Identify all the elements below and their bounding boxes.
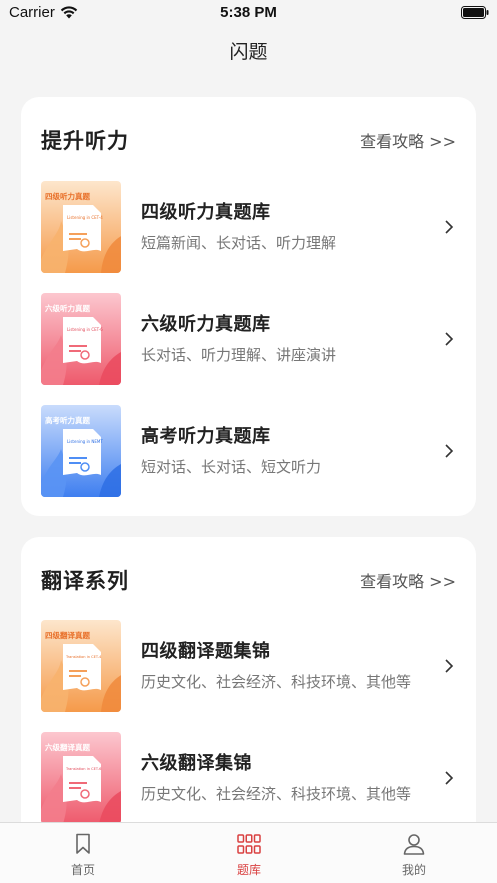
view-guide-link[interactable]: 查看攻略 >> xyxy=(360,128,456,152)
cover-thumbnail: 四级翻译真题 Translation in CET-4 xyxy=(41,620,121,712)
section-header: 翻译系列 查看攻略 >> xyxy=(41,565,456,593)
chevron-right-icon xyxy=(445,771,454,785)
thumb-text: Listening in CET-6 xyxy=(67,327,103,332)
thumb-label: 四级翻译真题 xyxy=(45,630,90,640)
section-title: 提升听力 xyxy=(41,129,129,153)
item-title: 四级听力真题库 xyxy=(141,202,271,223)
chevron-right-icon xyxy=(445,332,454,346)
list-item[interactable]: 高考听力真题 Listening in NEMT 高考听力真题库 短对话、长对话… xyxy=(41,405,456,497)
item-title: 六级听力真题库 xyxy=(141,314,271,335)
view-guide-link[interactable]: 查看攻略 >> xyxy=(360,568,456,592)
item-subtitle: 历史文化、社会经济、科技环境、其他等 xyxy=(141,785,412,803)
thumb-label: 六级听力真题 xyxy=(45,303,90,313)
list-item[interactable]: 六级听力真题 Listening in CET-6 六级听力真题库 长对话、听力… xyxy=(41,293,456,385)
thumb-label: 六级翻译真题 xyxy=(45,742,90,752)
item-subtitle: 短篇新闻、长对话、听力理解 xyxy=(141,234,337,252)
section-card-translation: 翻译系列 查看攻略 >> 四级翻译真题 Translation in CET-4… xyxy=(21,537,476,857)
tab-label: 我的 xyxy=(401,863,426,877)
tab-question-bank[interactable]: 题库 xyxy=(166,823,332,883)
cover-thumbnail: 六级翻译真题 Translation in CET-6 xyxy=(41,732,121,824)
item-subtitle: 长对话、听力理解、讲座演讲 xyxy=(141,346,337,364)
item-subtitle: 历史文化、社会经济、科技环境、其他等 xyxy=(141,673,412,691)
tab-home[interactable]: 首页 xyxy=(0,823,166,883)
tab-label: 题库 xyxy=(236,863,261,877)
section-header: 提升听力 查看攻略 >> xyxy=(41,125,456,153)
bookmark-icon xyxy=(76,833,90,854)
chevron-right-icon xyxy=(445,220,454,234)
section-card-listening: 提升听力 查看攻略 >> 四级听力真题 Listening in CET-4 四… xyxy=(21,97,476,516)
item-title: 六级翻译集锦 xyxy=(141,753,252,774)
list-item[interactable]: 四级听力真题 Listening in CET-4 四级听力真题库 短篇新闻、长… xyxy=(41,181,456,273)
item-title: 四级翻译题集锦 xyxy=(141,641,271,662)
tab-profile[interactable]: 我的 xyxy=(331,823,497,883)
section-title: 翻译系列 xyxy=(41,569,129,593)
thumb-label: 四级听力真题 xyxy=(45,191,90,201)
list-item[interactable]: 六级翻译真题 Translation in CET-6 六级翻译集锦 历史文化、… xyxy=(41,732,456,824)
thumb-text: Translation in CET-6 xyxy=(65,767,102,771)
person-icon xyxy=(403,834,425,855)
cover-thumbnail: 六级听力真题 Listening in CET-6 xyxy=(41,293,121,385)
tab-label: 首页 xyxy=(70,863,95,877)
tab-bar: 首页 题库 我的 xyxy=(0,822,497,883)
grid-icon xyxy=(237,834,261,854)
list-item[interactable]: 四级翻译真题 Translation in CET-4 四级翻译题集锦 历史文化… xyxy=(41,620,456,712)
status-bar: Carrier 5:38 PM xyxy=(0,0,497,26)
thumb-text: Listening in NEMT xyxy=(67,439,103,444)
thumb-text: Translation in CET-4 xyxy=(65,655,102,659)
cover-thumbnail: 高考听力真题 Listening in NEMT xyxy=(41,405,121,497)
clock: 5:38 PM xyxy=(220,4,277,21)
cover-thumbnail: 四级听力真题 Listening in CET-4 xyxy=(41,181,121,273)
item-subtitle: 短对话、长对话、短文听力 xyxy=(141,458,322,476)
thumb-label: 高考听力真题 xyxy=(45,415,90,425)
thumb-text: Listening in CET-4 xyxy=(67,215,103,220)
page-title: 闪题 xyxy=(229,41,268,63)
app-screen: Carrier 5:38 PM 闪题 提升听力 查看攻略 >> 四级听力真题 L… xyxy=(0,0,497,883)
item-title: 高考听力真题库 xyxy=(141,426,271,447)
chevron-right-icon xyxy=(445,659,454,673)
battery-icon xyxy=(461,6,489,19)
chevron-right-icon xyxy=(445,444,454,458)
